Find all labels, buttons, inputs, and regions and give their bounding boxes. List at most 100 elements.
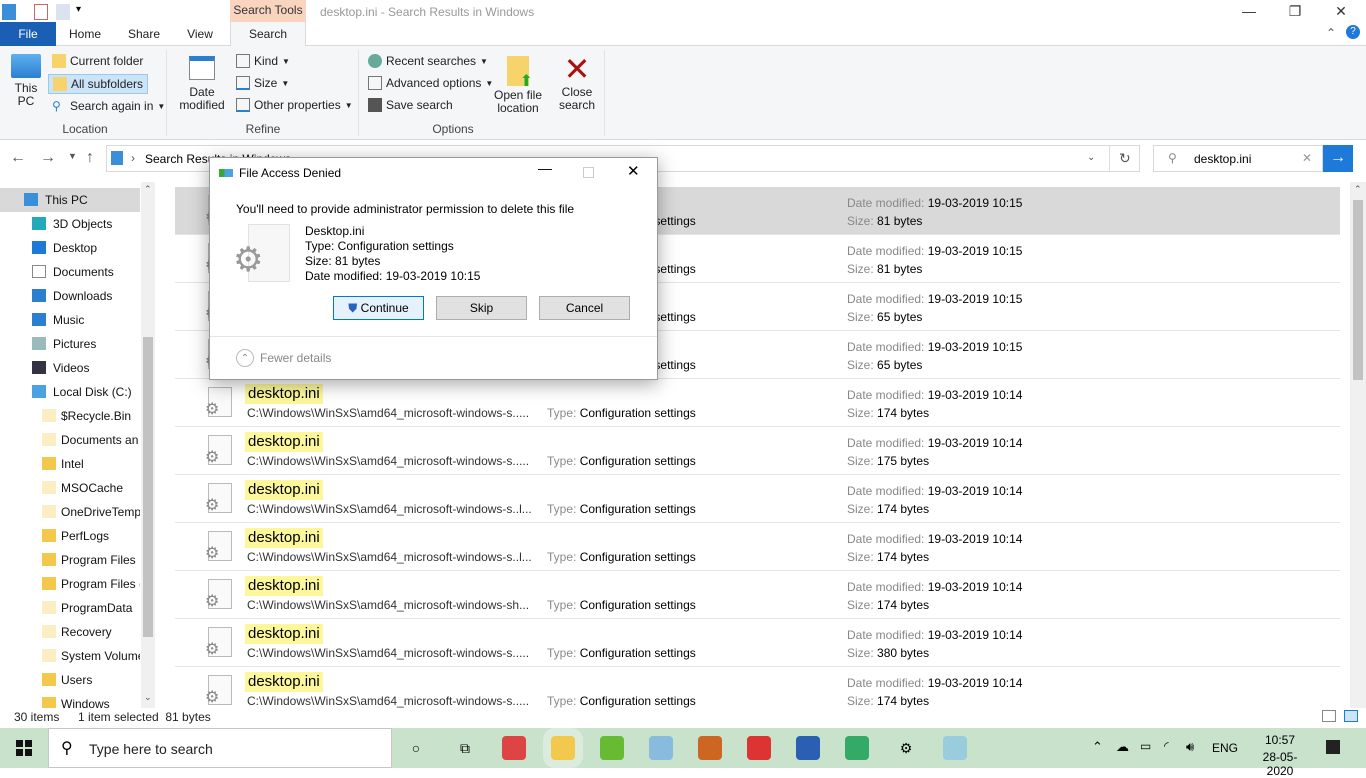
nav-item[interactable]: Users	[0, 668, 140, 692]
clock[interactable]: 10:57 28-05-2020	[1250, 733, 1310, 778]
result-row[interactable]: ⚙ desktop.ini C:\Windows\WinSxS\amd64_micr…	[175, 379, 1340, 427]
tab-share[interactable]: Share	[118, 22, 170, 46]
search-again-in-button[interactable]: ⚲ Search again in ▼	[52, 96, 165, 116]
nav-scrollbar[interactable]: ⌃ ⌄	[141, 182, 155, 708]
back-button[interactable]: ←	[10, 149, 26, 167]
search-go-button[interactable]: →	[1323, 145, 1353, 172]
fewer-details-button[interactable]: ⌃ Fewer details	[236, 349, 331, 367]
nav-item-label: OneDriveTemp	[61, 505, 140, 519]
tab-view[interactable]: View	[176, 22, 224, 46]
start-button[interactable]	[16, 740, 32, 756]
tab-file[interactable]: File	[0, 22, 56, 46]
address-dropdown-icon[interactable]: ⌄	[1087, 152, 1095, 163]
result-row[interactable]: ⚙ desktop.ini C:\Windows\WinSxS\amd64_micr…	[175, 619, 1340, 667]
close-search-button[interactable]: ✕ Close search	[556, 52, 598, 112]
recent-locations-button[interactable]: ▼	[68, 151, 77, 161]
search-input[interactable]: ⚲ desktop.ini ✕	[1153, 145, 1323, 172]
utorrent-taskbar-icon[interactable]	[600, 736, 624, 760]
nav-item[interactable]: Intel	[0, 452, 140, 476]
search-icon: ⚲	[61, 740, 73, 757]
nav-item[interactable]: Program Files (	[0, 572, 140, 596]
dialog-close-button[interactable]: ✕	[627, 162, 640, 180]
word-taskbar-icon[interactable]	[796, 736, 820, 760]
this-pc-button[interactable]: This PC	[8, 54, 44, 108]
nav-item[interactable]: Documents an	[0, 428, 140, 452]
maximize-button[interactable]: ❐	[1272, 0, 1318, 24]
size-button[interactable]: Size ▼	[236, 73, 289, 93]
action-center-icon[interactable]	[1326, 740, 1340, 754]
minimize-button[interactable]: —	[1226, 0, 1272, 24]
cortana-taskbar-icon[interactable]: ○	[404, 736, 428, 760]
battery-icon[interactable]: ▭	[1140, 739, 1151, 753]
taskbar-search-input[interactable]: ⚲ Type here to search	[48, 728, 392, 768]
nav-item[interactable]: System Volume	[0, 644, 140, 668]
onedrive-icon[interactable]: ☁	[1116, 739, 1129, 755]
dialog-minimize-button[interactable]: —	[538, 160, 552, 176]
recent-searches-button[interactable]: Recent searches ▼	[368, 51, 488, 71]
nav-item[interactable]: Windows	[0, 692, 140, 708]
chrome-profile-taskbar-icon[interactable]	[845, 736, 869, 760]
customize-quick-access-icon[interactable]: ▾	[76, 4, 81, 15]
nav-item[interactable]: Documents	[0, 260, 140, 284]
file-explorer-taskbar-icon[interactable]	[543, 728, 583, 768]
app-orange-taskbar-icon[interactable]	[698, 736, 722, 760]
close-button[interactable]: ✕	[1318, 0, 1364, 24]
nav-item[interactable]: Videos	[0, 356, 140, 380]
nav-item[interactable]: Desktop	[0, 236, 140, 260]
help-icon[interactable]: ?	[1346, 25, 1360, 39]
expand-ribbon-icon[interactable]: ⌃	[1326, 26, 1336, 40]
task-view-taskbar-icon[interactable]: ⧉	[453, 736, 477, 760]
nav-item[interactable]: OneDriveTemp	[0, 500, 140, 524]
cancel-button[interactable]: Cancel	[539, 296, 630, 320]
details-view-button[interactable]	[1322, 710, 1336, 722]
language-indicator[interactable]: ENG	[1212, 741, 1238, 755]
nav-item[interactable]: PerfLogs	[0, 524, 140, 548]
volume-icon[interactable]: 🔊︎	[1186, 739, 1194, 755]
advanced-options-button[interactable]: Advanced options ▼	[368, 73, 493, 93]
result-row[interactable]: ⚙ desktop.ini C:\Windows\WinSxS\amd64_micr…	[175, 523, 1340, 571]
notepad-taskbar-icon[interactable]	[649, 736, 673, 760]
paint-taskbar-icon[interactable]	[943, 736, 967, 760]
forward-button[interactable]: →	[40, 149, 56, 167]
nav-item[interactable]: This PC	[0, 188, 140, 212]
current-folder-button[interactable]: Current folder	[52, 51, 143, 71]
popcorn-taskbar-icon[interactable]	[747, 736, 771, 760]
tab-search[interactable]: Search	[230, 22, 306, 46]
nav-item[interactable]: Recovery	[0, 620, 140, 644]
new-folder-icon[interactable]	[56, 4, 70, 20]
result-row[interactable]: ⚙ desktop.ini C:\Windows\WinSxS\amd64_micr…	[175, 427, 1340, 475]
save-search-button[interactable]: Save search	[368, 95, 453, 115]
large-icons-view-button[interactable]	[1344, 710, 1358, 722]
kind-button[interactable]: Kind ▼	[236, 51, 290, 71]
up-button[interactable]: ↑	[86, 149, 94, 167]
skip-button[interactable]: Skip	[436, 296, 527, 320]
nav-item[interactable]: MSOCache	[0, 476, 140, 500]
continue-button[interactable]: ⛊ Continue	[333, 296, 424, 320]
nav-item[interactable]: Pictures	[0, 332, 140, 356]
refresh-icon[interactable]: ↻	[1119, 150, 1131, 167]
result-row[interactable]: ⚙ desktop.ini C:\Windows\WinSxS\amd64_micr…	[175, 571, 1340, 619]
nav-item[interactable]: Program Files	[0, 548, 140, 572]
results-scrollbar[interactable]: ⌃	[1350, 182, 1366, 708]
wifi-icon[interactable]: ◜	[1164, 739, 1169, 753]
other-properties-button[interactable]: Other properties ▼	[236, 95, 353, 115]
all-subfolders-button[interactable]: All subfolders	[48, 74, 149, 94]
nav-item[interactable]: Music	[0, 308, 140, 332]
result-row[interactable]: ⚙ desktop.ini C:\Windows\WinSxS\amd64_micr…	[175, 667, 1340, 708]
show-hidden-icons[interactable]: ⌃	[1092, 739, 1103, 755]
nav-item[interactable]: ProgramData	[0, 596, 140, 620]
properties-icon[interactable]	[34, 4, 48, 20]
tab-home[interactable]: Home	[60, 22, 110, 46]
chrome-taskbar-icon[interactable]	[502, 736, 526, 760]
settings-taskbar-icon[interactable]: ⚙	[894, 736, 918, 760]
nav-item[interactable]: 3D Objects	[0, 212, 140, 236]
result-row[interactable]: ⚙ desktop.ini C:\Windows\WinSxS\amd64_micr…	[175, 475, 1340, 523]
nav-item[interactable]: $Recycle.Bin	[0, 404, 140, 428]
results-scroll-thumb[interactable]	[1353, 200, 1363, 380]
nav-scroll-thumb[interactable]	[143, 337, 153, 637]
nav-item[interactable]: Local Disk (C:)	[0, 380, 140, 404]
date-modified-button[interactable]: Date modified	[172, 56, 232, 112]
nav-item[interactable]: Downloads	[0, 284, 140, 308]
open-file-location-button[interactable]: ⬆ Open file location	[490, 56, 546, 115]
clear-search-icon[interactable]: ✕	[1302, 151, 1312, 165]
